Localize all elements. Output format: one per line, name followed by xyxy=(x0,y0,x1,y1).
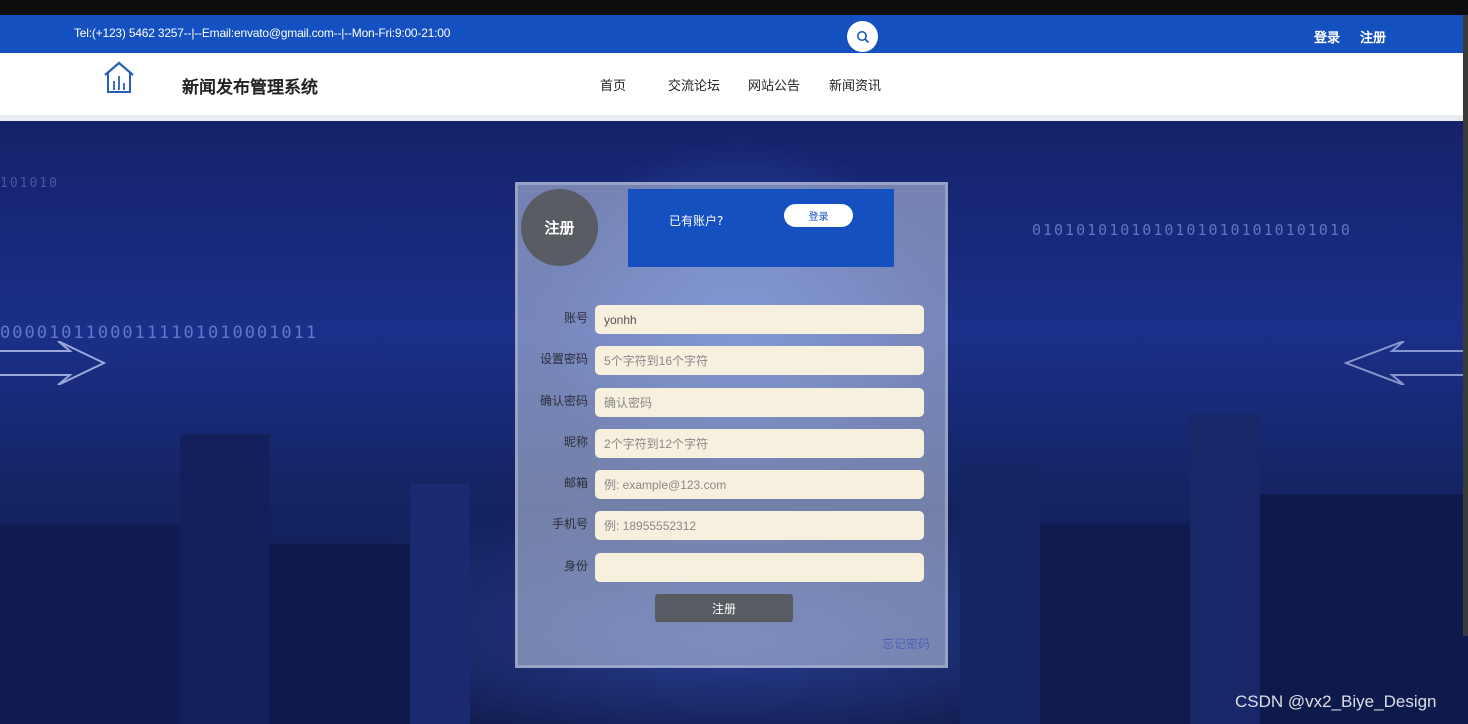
go-login-button[interactable]: 登录 xyxy=(784,204,853,227)
register-badge: 注册 xyxy=(521,189,598,266)
scrollbar[interactable] xyxy=(1463,15,1468,636)
nav-item-news[interactable]: 新闻资讯 xyxy=(829,75,881,94)
password-label: 设置密码 xyxy=(539,352,588,366)
confirm-password-input[interactable] xyxy=(595,388,924,417)
account-label: 账号 xyxy=(563,311,588,325)
city-building xyxy=(410,484,470,724)
arrow-right-decoration-icon xyxy=(1344,341,1468,385)
city-building xyxy=(1040,524,1190,724)
city-building xyxy=(180,434,270,724)
arrow-left-decoration-icon xyxy=(0,341,107,385)
watermark: CSDN @vx2_Biye_Design xyxy=(1235,692,1437,711)
role-input[interactable] xyxy=(595,553,924,582)
register-submit-button[interactable]: 注册 xyxy=(655,594,793,622)
password-input[interactable] xyxy=(595,346,924,375)
login-prompt-box: 已有账户? 登录 xyxy=(628,189,894,267)
phone-input[interactable] xyxy=(595,511,924,540)
binary-decoration-left: 00001011000111101010001011 xyxy=(0,323,319,343)
binary-decoration-small: 101010 xyxy=(0,176,59,191)
role-label: 身份 xyxy=(563,559,588,573)
forgot-password-link[interactable]: 忘记密码 xyxy=(882,635,930,652)
contact-info: Tel:(+123) 5462 3257--|--Email:envato@gm… xyxy=(74,26,451,40)
has-account-text: 已有账户? xyxy=(669,214,724,228)
nav-item-forum[interactable]: 交流论坛 xyxy=(668,75,720,94)
city-building xyxy=(1260,494,1468,724)
top-info-bar: Tel:(+123) 5462 3257--|--Email:envato@gm… xyxy=(0,15,1468,53)
city-building xyxy=(1190,414,1260,724)
city-building xyxy=(0,524,180,724)
binary-decoration-right: 01010101010101010101010101010 xyxy=(1032,221,1352,239)
nav-item-announcements[interactable]: 网站公告 xyxy=(748,75,800,94)
nav-item-home[interactable]: 首页 xyxy=(600,75,626,94)
city-building xyxy=(270,544,410,724)
search-icon xyxy=(856,30,869,43)
account-input[interactable] xyxy=(595,305,924,334)
main-navbar: 新闻发布管理系统 首页 交流论坛 网站公告 新闻资讯 xyxy=(0,53,1468,121)
email-input[interactable] xyxy=(595,470,924,499)
header-login-link[interactable]: 登录 xyxy=(1314,27,1340,46)
confirm-password-label: 确认密码 xyxy=(539,394,588,408)
search-button[interactable] xyxy=(847,21,878,52)
phone-label: 手机号 xyxy=(551,517,588,531)
nickname-label: 昵称 xyxy=(563,435,588,449)
header-register-link[interactable]: 注册 xyxy=(1360,27,1386,46)
nickname-input[interactable] xyxy=(595,429,924,458)
email-label: 邮箱 xyxy=(563,476,588,490)
site-title: 新闻发布管理系统 xyxy=(182,78,318,98)
home-logo-icon[interactable] xyxy=(102,59,136,95)
window-top-strip xyxy=(0,0,1468,15)
city-building xyxy=(960,464,1040,724)
